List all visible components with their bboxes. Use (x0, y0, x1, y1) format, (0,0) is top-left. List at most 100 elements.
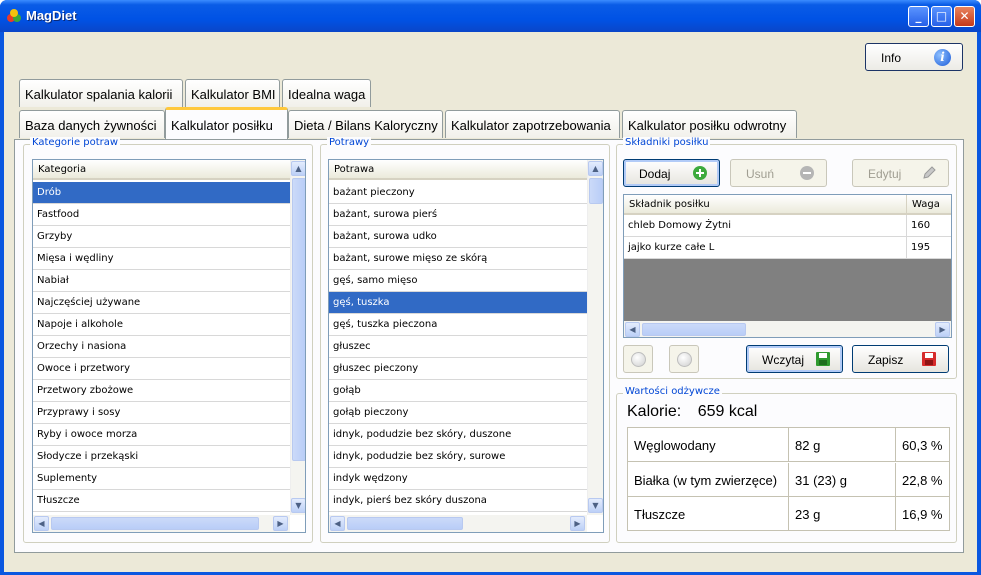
nutrition-table: Węglowodany 82 g 60,3 % Białka (w tym zwier… (627, 427, 950, 531)
tab-kalkulator-spalania-kalorii[interactable]: Kalkulator spalania kalorii (19, 79, 183, 107)
dishes-header[interactable]: Potrawa (329, 160, 588, 180)
category-row[interactable]: Drób (33, 182, 290, 204)
move-down-button[interactable] (669, 345, 699, 373)
category-row[interactable]: Suplementy (33, 468, 290, 490)
ingredient-name-cell[interactable]: chleb Domowy Żytni (624, 215, 907, 237)
tab-kalkulator-bmi[interactable]: Kalkulator BMI (185, 79, 280, 107)
close-button[interactable]: ✕ (954, 6, 975, 27)
ingredients-horizontal-scrollbar[interactable]: ◀ ▶ (624, 321, 951, 337)
ingredient-weight-cell[interactable]: 195 (907, 237, 951, 259)
scroll-left-icon[interactable]: ◀ (34, 516, 49, 531)
category-row[interactable]: Mięsa i wędliny (33, 248, 290, 270)
categories-grid[interactable]: Kategoria Drób Fastfood Grzyby Mięsa i wędl… (32, 159, 306, 533)
dish-row[interactable]: indyk wędzony (329, 468, 587, 490)
scroll-thumb[interactable] (347, 517, 463, 530)
category-row[interactable]: Owoce i przetwory (33, 358, 290, 380)
category-row[interactable]: Napoje i alkohole (33, 314, 290, 336)
nutrition-percent-cell: 22,8 % (896, 463, 950, 497)
ingredient-name-header[interactable]: Składnik posiłku (624, 195, 907, 215)
scroll-thumb[interactable] (51, 517, 259, 530)
dishes-horizontal-scrollbar[interactable]: ◀ ▶ (329, 515, 587, 532)
scroll-right-icon[interactable]: ▶ (570, 516, 585, 531)
tab-kalkulator-zapotrzebowania[interactable]: Kalkulator zapotrzebowania (445, 110, 620, 138)
tab-baza-danych-zywnosci[interactable]: Baza danych żywności (19, 110, 165, 138)
save-button-label: Zapisz (868, 353, 904, 367)
category-row[interactable]: Słodycze i przekąski (33, 446, 290, 468)
dish-row[interactable]: idnyk, podudzie bez skóry, duszone (329, 424, 587, 446)
categories-horizontal-scrollbar[interactable]: ◀ ▶ (33, 515, 290, 532)
category-row[interactable]: Najczęściej używane (33, 292, 290, 314)
nutrition-group: Wartości odżywcze Kalorie: 659 kcal Węgl… (616, 386, 957, 543)
nutrition-percent-cell: 16,9 % (902, 507, 943, 522)
ingredient-name-cell[interactable]: jajko kurze całe L (624, 237, 907, 259)
categories-vertical-scrollbar[interactable]: ▲ ▼ (290, 160, 305, 515)
tab-idealna-waga[interactable]: Idealna waga (282, 79, 371, 107)
tab-kalkulator-posilku-odwrotny[interactable]: Kalkulator posiłku odwrotny (622, 110, 797, 138)
category-row[interactable]: Przyprawy i sosy (33, 402, 290, 424)
scroll-right-icon[interactable]: ▶ (935, 322, 950, 337)
categories-group: Kategorie potraw Kategoria Drób Fastfood G… (23, 137, 313, 543)
categories-header[interactable]: Kategoria (33, 160, 291, 180)
scroll-left-icon[interactable]: ◀ (625, 322, 640, 337)
add-button[interactable]: Dodaj (623, 159, 720, 187)
calories-label: Kalorie: (627, 403, 682, 420)
scroll-down-icon[interactable]: ▼ (588, 498, 603, 513)
category-row[interactable]: Orzechy i nasiona (33, 336, 290, 358)
dish-row[interactable]: gęś, tuszka pieczona (329, 314, 587, 336)
save-button[interactable]: Zapisz (852, 345, 949, 373)
maximize-button[interactable]: □ (931, 6, 952, 27)
move-up-button[interactable] (623, 345, 653, 373)
category-row[interactable]: Przetwory zbożowe (33, 380, 290, 402)
scroll-thumb[interactable] (292, 178, 305, 461)
tab-kalkulator-posilku[interactable]: Kalkulator posiłku (165, 107, 288, 139)
plus-icon (693, 166, 707, 180)
tab-label: Kalkulator zapotrzebowania (451, 118, 611, 133)
ingredients-grid[interactable]: Składnik posiłku Waga chleb Domowy Żytni… (623, 194, 952, 338)
dish-row[interactable]: indyk, pierś bez skóry duszona (329, 490, 587, 512)
tab-dieta-bilans-kaloryczny[interactable]: Dieta / Bilans Kaloryczny (288, 110, 443, 138)
tab-label: Dieta / Bilans Kaloryczny (294, 118, 438, 133)
scroll-thumb[interactable] (589, 178, 603, 204)
info-button-label: Info (881, 51, 902, 65)
dish-row[interactable]: bażant, surowa pierś (329, 204, 587, 226)
dish-row[interactable]: głuszec (329, 336, 587, 358)
scroll-up-icon[interactable]: ▲ (291, 161, 305, 176)
scroll-left-icon[interactable]: ◀ (330, 516, 345, 531)
minimize-button[interactable]: _ (908, 6, 929, 27)
ingredients-group: Składniki posiłku Dodaj Usuń Edytuj Skła… (616, 137, 957, 379)
dish-row[interactable]: gęś, tuszka (329, 292, 587, 314)
scroll-thumb[interactable] (642, 323, 746, 336)
client-area: Info i Kalkulator spalania kalorii Kalku… (4, 32, 977, 572)
info-button[interactable]: Info i (865, 43, 963, 71)
category-row[interactable]: Grzyby (33, 226, 290, 248)
dish-row[interactable]: gołąb (329, 380, 587, 402)
ingredient-weight-cell[interactable]: 160 (907, 215, 951, 237)
dish-row[interactable]: bażant, surowe mięso ze skórą (329, 248, 587, 270)
title-bar[interactable]: MagDiet _ □ ✕ (0, 0, 981, 32)
dish-row[interactable]: gołąb pieczony (329, 402, 587, 424)
dish-row[interactable]: głuszec pieczony (329, 358, 587, 380)
scroll-down-icon[interactable]: ▼ (291, 498, 305, 513)
category-row[interactable]: Fastfood (33, 204, 290, 226)
edit-button[interactable]: Edytuj (852, 159, 949, 187)
dish-row[interactable]: bażant pieczony (329, 182, 587, 204)
nutrition-percent-cell: 60,3 % (896, 428, 950, 462)
remove-button[interactable]: Usuń (730, 159, 827, 187)
dishes-grid[interactable]: Potrawa bażant pieczony bażant, surowa pi… (328, 159, 604, 533)
category-row[interactable]: Nabiał (33, 270, 290, 292)
category-row[interactable]: Ryby i owoce morza (33, 424, 290, 446)
dish-row[interactable]: bażant, surowa udko (329, 226, 587, 248)
window-title: MagDiet (26, 8, 77, 23)
maximize-icon: □ (935, 9, 948, 23)
load-button[interactable]: Wczytaj (746, 345, 843, 373)
ingredient-weight-header[interactable]: Waga (907, 195, 951, 215)
dishes-group-title: Potrawy (327, 137, 372, 148)
dish-row[interactable]: idnyk, podudzie bez skóry, surowe (329, 446, 587, 468)
remove-button-label: Usuń (746, 167, 775, 181)
tab-label: Kalkulator spalania kalorii (25, 87, 173, 102)
scroll-up-icon[interactable]: ▲ (588, 161, 603, 176)
dish-row[interactable]: gęś, samo mięso (329, 270, 587, 292)
scroll-right-icon[interactable]: ▶ (273, 516, 288, 531)
dishes-vertical-scrollbar[interactable]: ▲ ▼ (587, 160, 603, 515)
category-row[interactable]: Tłuszcze (33, 490, 290, 512)
